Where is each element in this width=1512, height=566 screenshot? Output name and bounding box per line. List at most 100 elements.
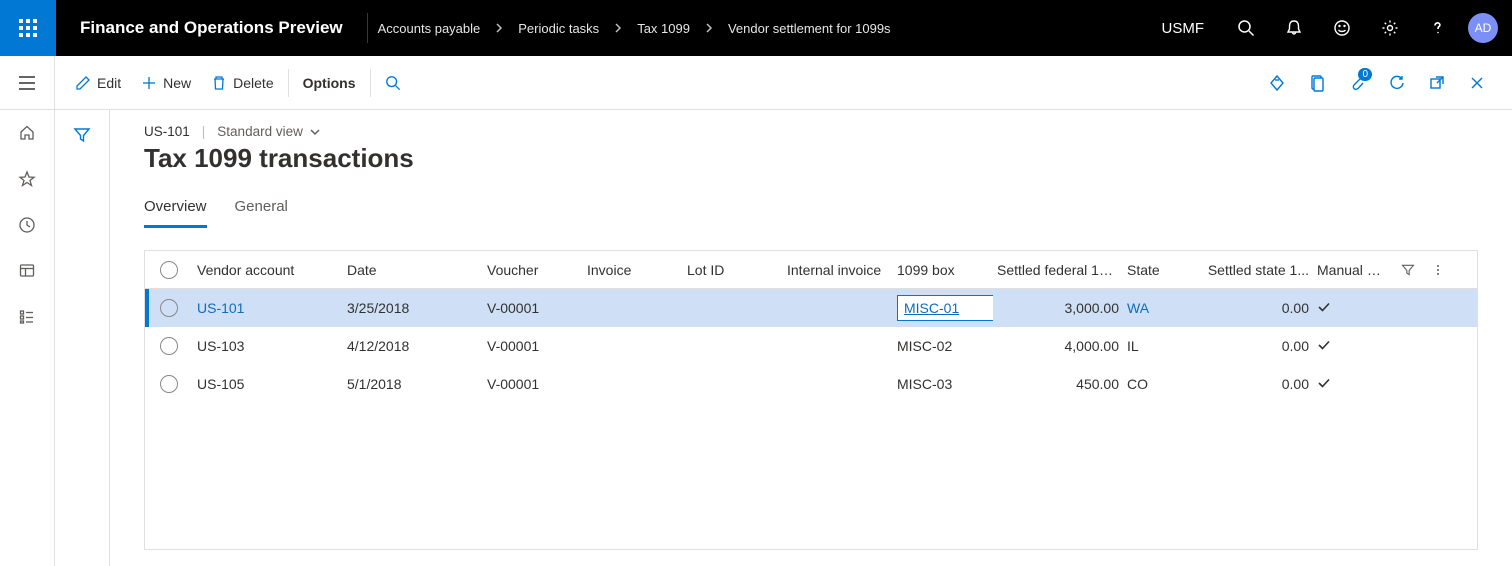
grid-more-button[interactable] [1423, 263, 1453, 277]
page-header-row: US-101 | Standard view [144, 124, 1478, 139]
cell-vendor[interactable]: US-101 [193, 300, 343, 316]
hamburger-icon [18, 76, 36, 90]
chevron-right-icon [613, 23, 623, 33]
options-button[interactable]: Options [293, 69, 366, 97]
column-header-voucher[interactable]: Voucher [483, 262, 583, 278]
cell-1099box[interactable]: MISC-03 [893, 376, 993, 392]
column-header-1099box[interactable]: 1099 box [893, 262, 993, 278]
new-button[interactable]: New [131, 69, 201, 97]
cell-state[interactable]: IL [1123, 338, 1193, 354]
cell-1099box[interactable]: MISC-02 [893, 338, 993, 354]
edit-button[interactable]: Edit [65, 69, 131, 97]
page-options-button[interactable] [1300, 66, 1334, 100]
breadcrumb-item[interactable]: Vendor settlement for 1099s [728, 21, 891, 36]
filter-icon [73, 126, 91, 144]
app-launcher-button[interactable] [0, 0, 56, 56]
settings-button[interactable] [1366, 0, 1414, 56]
nav-home-button[interactable] [0, 110, 55, 156]
column-header-internal[interactable]: Internal invoice [783, 262, 893, 278]
table-row[interactable]: US-1013/25/2018V-00001 MISC-013,000.00WA0… [145, 289, 1477, 327]
cell-settled-state[interactable]: 0.00 [1193, 300, 1313, 316]
check-icon [1317, 338, 1331, 352]
column-header-settled-state[interactable]: Settled state 1... [1193, 262, 1313, 278]
row-selector[interactable] [145, 337, 193, 355]
filter-icon [1401, 263, 1415, 277]
cell-settled-state[interactable]: 0.00 [1193, 376, 1313, 392]
user-avatar[interactable]: AD [1468, 13, 1498, 43]
nav-modules-button[interactable] [0, 294, 55, 340]
cell-manual[interactable] [1313, 338, 1393, 355]
cell-manual[interactable] [1313, 376, 1393, 393]
refresh-icon [1388, 74, 1406, 92]
clock-icon [18, 216, 36, 234]
attachments-button[interactable]: 0 [1340, 66, 1374, 100]
cell-date[interactable]: 5/1/2018 [343, 376, 483, 392]
cell-voucher[interactable]: V-00001 [483, 300, 583, 316]
chevron-right-icon [704, 23, 714, 33]
tab-strip: Overview General [144, 192, 1478, 228]
search-button[interactable] [1222, 0, 1270, 56]
app-header: Finance and Operations Preview Accounts … [0, 0, 1512, 56]
view-selector[interactable]: Standard view [217, 124, 321, 139]
select-all-toggle[interactable] [145, 261, 193, 279]
personalize-button[interactable] [1260, 66, 1294, 100]
row-selector[interactable] [145, 299, 193, 317]
cell-vendor[interactable]: US-105 [193, 376, 343, 392]
data-grid: Vendor account Date Voucher Invoice Lot … [144, 250, 1478, 550]
nav-favorites-button[interactable] [0, 156, 55, 202]
nav-toggle-button[interactable] [0, 56, 55, 110]
star-icon [18, 170, 36, 188]
popout-button[interactable] [1420, 66, 1454, 100]
column-header-date[interactable]: Date [343, 262, 483, 278]
table-row[interactable]: US-1055/1/2018V-00001 MISC-03450.00CO0.00 [145, 365, 1477, 403]
column-header-state[interactable]: State [1123, 262, 1193, 278]
cell-manual[interactable] [1313, 300, 1393, 317]
notifications-button[interactable] [1270, 0, 1318, 56]
table-row[interactable]: US-1034/12/2018V-00001 MISC-024,000.00IL0… [145, 327, 1477, 365]
cell-date[interactable]: 3/25/2018 [343, 300, 483, 316]
column-header-manual[interactable]: Manual En... [1313, 262, 1393, 278]
tab-overview[interactable]: Overview [144, 192, 207, 228]
home-icon [18, 124, 36, 142]
modules-icon [18, 308, 36, 326]
column-header-federal[interactable]: Settled federal 1099 [993, 262, 1123, 278]
cell-1099box[interactable]: MISC-01 [893, 295, 993, 321]
legal-entity-picker[interactable]: USMF [1144, 20, 1223, 37]
cell-federal[interactable]: 3,000.00 [993, 300, 1123, 316]
search-actionpane-button[interactable] [375, 69, 411, 97]
column-header-invoice[interactable]: Invoice [583, 262, 683, 278]
help-button[interactable] [1414, 0, 1462, 56]
refresh-button[interactable] [1380, 66, 1414, 100]
breadcrumb-item[interactable]: Tax 1099 [637, 21, 690, 36]
column-header-lot[interactable]: Lot ID [683, 262, 783, 278]
help-icon [1429, 19, 1447, 37]
cell-state[interactable]: CO [1123, 376, 1193, 392]
cell-federal[interactable]: 4,000.00 [993, 338, 1123, 354]
new-label: New [163, 75, 191, 91]
nav-recent-button[interactable] [0, 202, 55, 248]
header-actions: USMF AD [1144, 0, 1512, 56]
cell-federal[interactable]: 450.00 [993, 376, 1123, 392]
close-button[interactable] [1460, 66, 1494, 100]
cell-state[interactable]: WA [1123, 300, 1193, 316]
breadcrumb-item[interactable]: Accounts payable [378, 21, 481, 36]
filter-pane-toggle[interactable] [73, 126, 91, 566]
row-selector[interactable] [145, 375, 193, 393]
breadcrumb: Accounts payable Periodic tasks Tax 1099… [378, 21, 891, 36]
delete-button[interactable]: Delete [201, 69, 283, 97]
feedback-button[interactable] [1318, 0, 1366, 56]
cell-settled-state[interactable]: 0.00 [1193, 338, 1313, 354]
breadcrumb-item[interactable]: Periodic tasks [518, 21, 599, 36]
grid-filter-button[interactable] [1393, 263, 1423, 277]
cell-date[interactable]: 4/12/2018 [343, 338, 483, 354]
cell-voucher[interactable]: V-00001 [483, 376, 583, 392]
page-content: US-101 | Standard view Tax 1099 transact… [110, 110, 1512, 566]
cell-vendor[interactable]: US-103 [193, 338, 343, 354]
waffle-icon [19, 19, 37, 37]
tab-general[interactable]: General [235, 192, 288, 228]
cell-voucher[interactable]: V-00001 [483, 338, 583, 354]
nav-workspaces-button[interactable] [0, 248, 55, 294]
column-header-vendor[interactable]: Vendor account [193, 262, 343, 278]
search-icon [385, 75, 401, 91]
record-identifier: US-101 [144, 124, 190, 139]
